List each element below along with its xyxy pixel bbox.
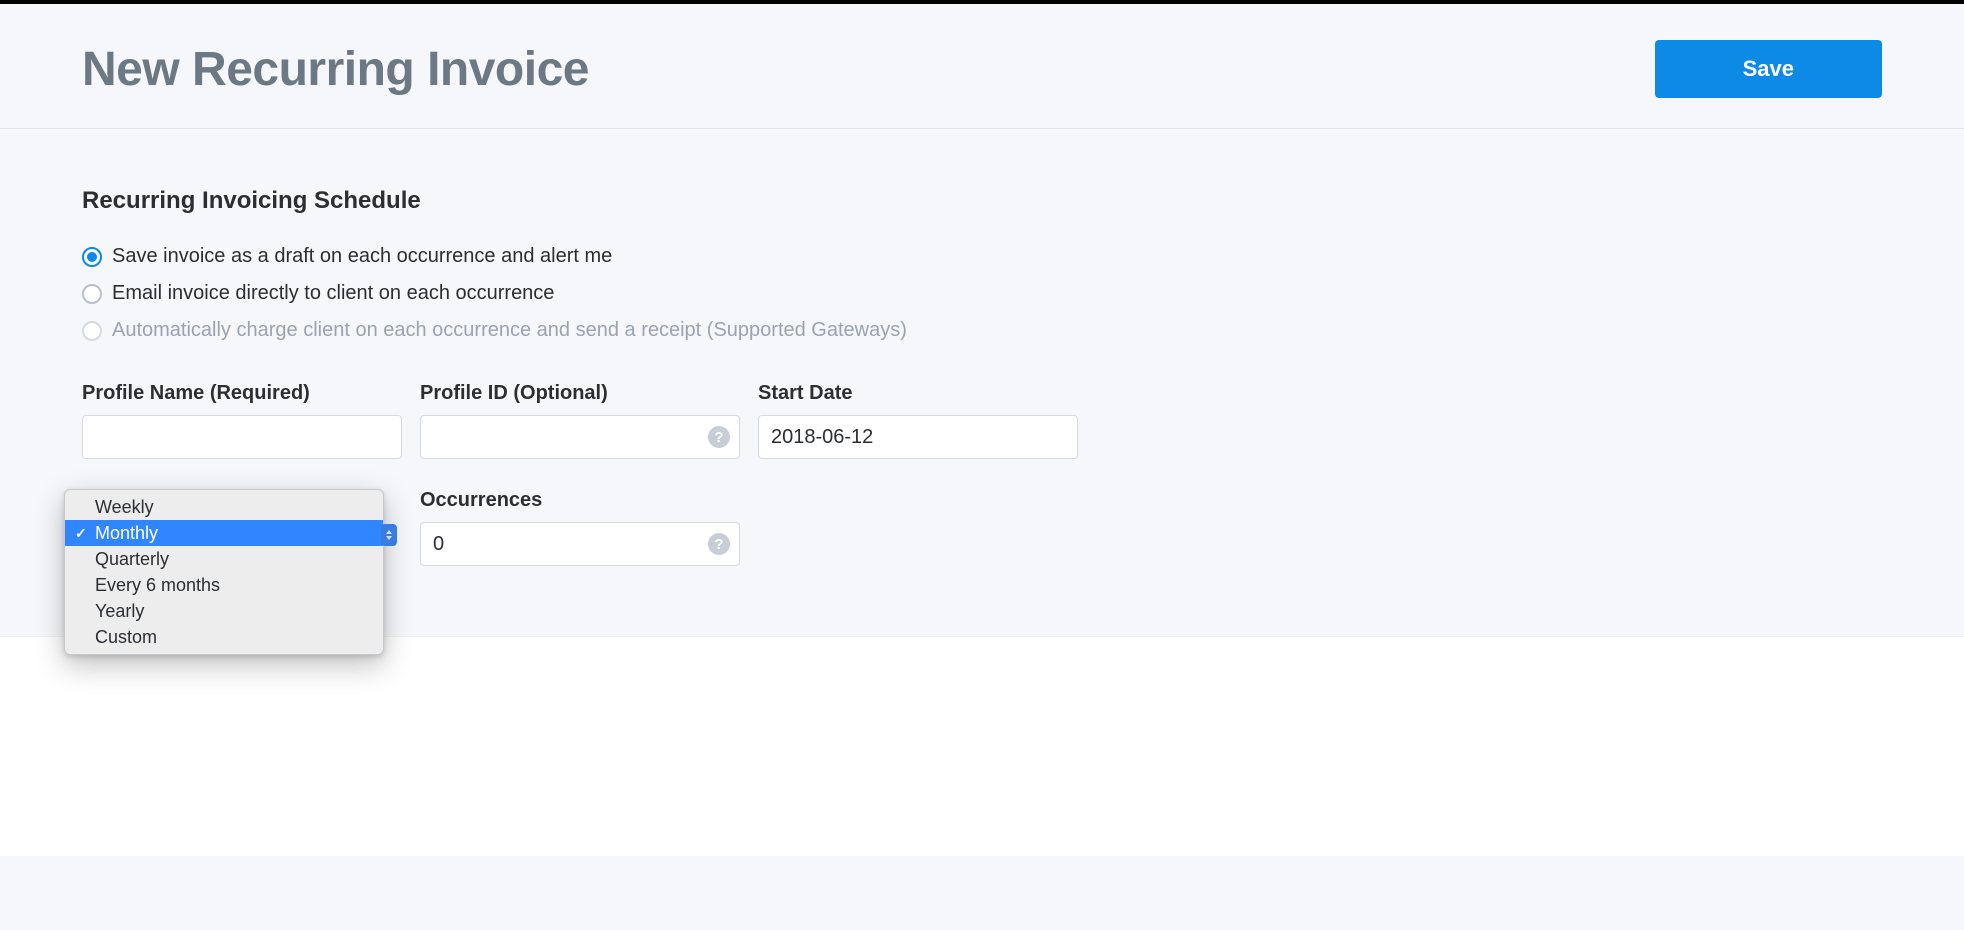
- label-profile-name: Profile Name (Required): [82, 382, 402, 405]
- page-header: New Recurring Invoice Save: [0, 4, 1964, 129]
- input-wrap-profile-id: ?: [420, 415, 740, 459]
- field-profile-id: Profile ID (Optional) ?: [420, 382, 740, 459]
- help-icon[interactable]: ?: [708, 426, 730, 448]
- schedule-option-charge: Automatically charge client on each occu…: [82, 319, 1882, 342]
- frequency-option-quarterly[interactable]: Quarterly: [65, 546, 383, 572]
- frequency-option-every-6-months[interactable]: Every 6 months: [65, 572, 383, 598]
- schedule-radio-group: Save invoice as a draft on each occurren…: [82, 245, 1882, 342]
- fields-row-2: Weekly Monthly Quarterly Every 6 months …: [82, 489, 1882, 566]
- frequency-option-weekly[interactable]: Weekly: [65, 494, 383, 520]
- frequency-option-yearly[interactable]: Yearly: [65, 598, 383, 624]
- frequency-option-monthly[interactable]: Monthly: [65, 520, 383, 546]
- schedule-option-email-label: Email invoice directly to client on each…: [112, 282, 554, 305]
- section-title-schedule: Recurring Invoicing Schedule: [82, 187, 1882, 215]
- schedule-option-draft-label: Save invoice as a draft on each occurren…: [112, 245, 612, 268]
- profile-name-input[interactable]: [82, 415, 402, 459]
- select-stepper-icon[interactable]: [381, 524, 397, 546]
- schedule-option-email[interactable]: Email invoice directly to client on each…: [82, 282, 1882, 305]
- label-profile-id: Profile ID (Optional): [420, 382, 740, 405]
- page-title: New Recurring Invoice: [82, 42, 589, 97]
- fields-row-1: Profile Name (Required) Profile ID (Opti…: [82, 382, 1882, 459]
- input-wrap-occurrences: ?: [420, 522, 740, 566]
- radio-disabled-icon: [82, 321, 102, 341]
- label-start-date: Start Date: [758, 382, 1078, 405]
- radio-unchecked-icon: [82, 284, 102, 304]
- field-frequency: Weekly Monthly Quarterly Every 6 months …: [82, 489, 402, 566]
- frequency-dropdown-panel: Weekly Monthly Quarterly Every 6 months …: [64, 489, 384, 655]
- schedule-option-charge-label: Automatically charge client on each occu…: [112, 319, 907, 342]
- profile-id-input[interactable]: [420, 415, 740, 459]
- start-date-input[interactable]: [758, 415, 1078, 459]
- page: New Recurring Invoice Save Recurring Inv…: [0, 4, 1964, 856]
- schedule-option-charge-text: Automatically charge client on each occu…: [112, 319, 707, 341]
- field-occurrences: Occurrences ?: [420, 489, 740, 566]
- save-button[interactable]: Save: [1655, 40, 1882, 98]
- occurrences-input[interactable]: [420, 522, 740, 566]
- content-area: Recurring Invoicing Schedule Save invoic…: [0, 129, 1964, 636]
- field-start-date: Start Date: [758, 382, 1078, 459]
- help-icon[interactable]: ?: [708, 533, 730, 555]
- supported-gateways-link[interactable]: (Supported Gateways): [707, 319, 907, 341]
- label-occurrences: Occurrences: [420, 489, 740, 512]
- radio-checked-icon: [82, 247, 102, 267]
- input-wrap-profile-name: [82, 415, 402, 459]
- input-wrap-start-date: [758, 415, 1078, 459]
- frequency-option-custom[interactable]: Custom: [65, 624, 383, 650]
- schedule-option-draft[interactable]: Save invoice as a draft on each occurren…: [82, 245, 1882, 268]
- footer-blank-area: [0, 636, 1964, 856]
- field-profile-name: Profile Name (Required): [82, 382, 402, 459]
